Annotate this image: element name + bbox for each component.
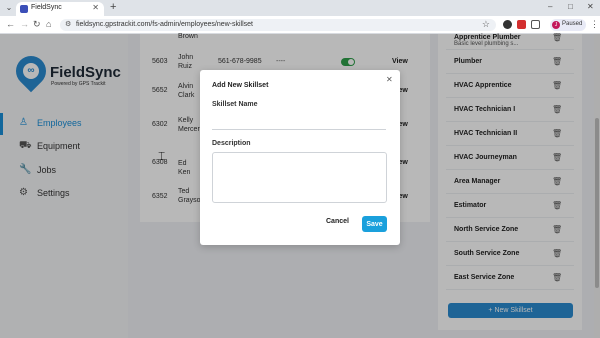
- extension-red-icon[interactable]: [517, 20, 526, 29]
- site-info-icon[interactable]: ⚙: [65, 20, 71, 28]
- browser-tab[interactable]: FieldSync ✕: [16, 2, 104, 16]
- browser-tab-bar: ⌄ FieldSync ✕ + – □ ✕: [0, 0, 600, 16]
- cancel-button[interactable]: Cancel: [326, 218, 349, 225]
- add-skillset-dialog: Add New Skillset ✕ Skillset Name Descrip…: [200, 70, 400, 245]
- home-icon[interactable]: ⌂: [46, 19, 51, 29]
- skillset-name-input[interactable]: [212, 113, 386, 130]
- dialog-title: Add New Skillset: [212, 82, 269, 89]
- window-close-icon[interactable]: ✕: [587, 2, 594, 11]
- browser-menu-icon[interactable]: ⋮: [590, 19, 599, 30]
- new-tab-icon[interactable]: +: [110, 1, 116, 13]
- tab-list-chevron-icon[interactable]: ⌄: [4, 3, 14, 13]
- skillset-name-label: Skillset Name: [212, 101, 258, 108]
- mouse-cursor-icon: ⌶: [158, 149, 166, 163]
- back-icon[interactable]: ←: [6, 19, 15, 29]
- tab-title: FieldSync: [31, 4, 62, 11]
- minimize-icon[interactable]: –: [548, 2, 552, 11]
- reload-icon[interactable]: ↻: [33, 19, 41, 30]
- url-text: fieldsync.gpstrackit.com/fs-admin/employ…: [76, 21, 254, 28]
- close-icon[interactable]: ✕: [386, 75, 393, 84]
- save-button[interactable]: Save: [362, 216, 387, 232]
- tab-close-icon[interactable]: ✕: [92, 3, 99, 12]
- extensions-puzzle-icon[interactable]: [531, 20, 540, 29]
- avatar: J: [552, 21, 560, 29]
- description-label: Description: [212, 140, 251, 147]
- forward-icon[interactable]: →: [20, 19, 29, 29]
- favicon-icon: [20, 5, 28, 13]
- profile-status: Paused: [562, 21, 583, 27]
- bookmark-star-icon[interactable]: ☆: [482, 19, 490, 30]
- maximize-icon[interactable]: □: [568, 2, 573, 11]
- url-field[interactable]: ⚙ fieldsync.gpstrackit.com/fs-admin/empl…: [60, 19, 496, 31]
- description-input[interactable]: [212, 152, 387, 203]
- extension-icon[interactable]: [503, 20, 512, 29]
